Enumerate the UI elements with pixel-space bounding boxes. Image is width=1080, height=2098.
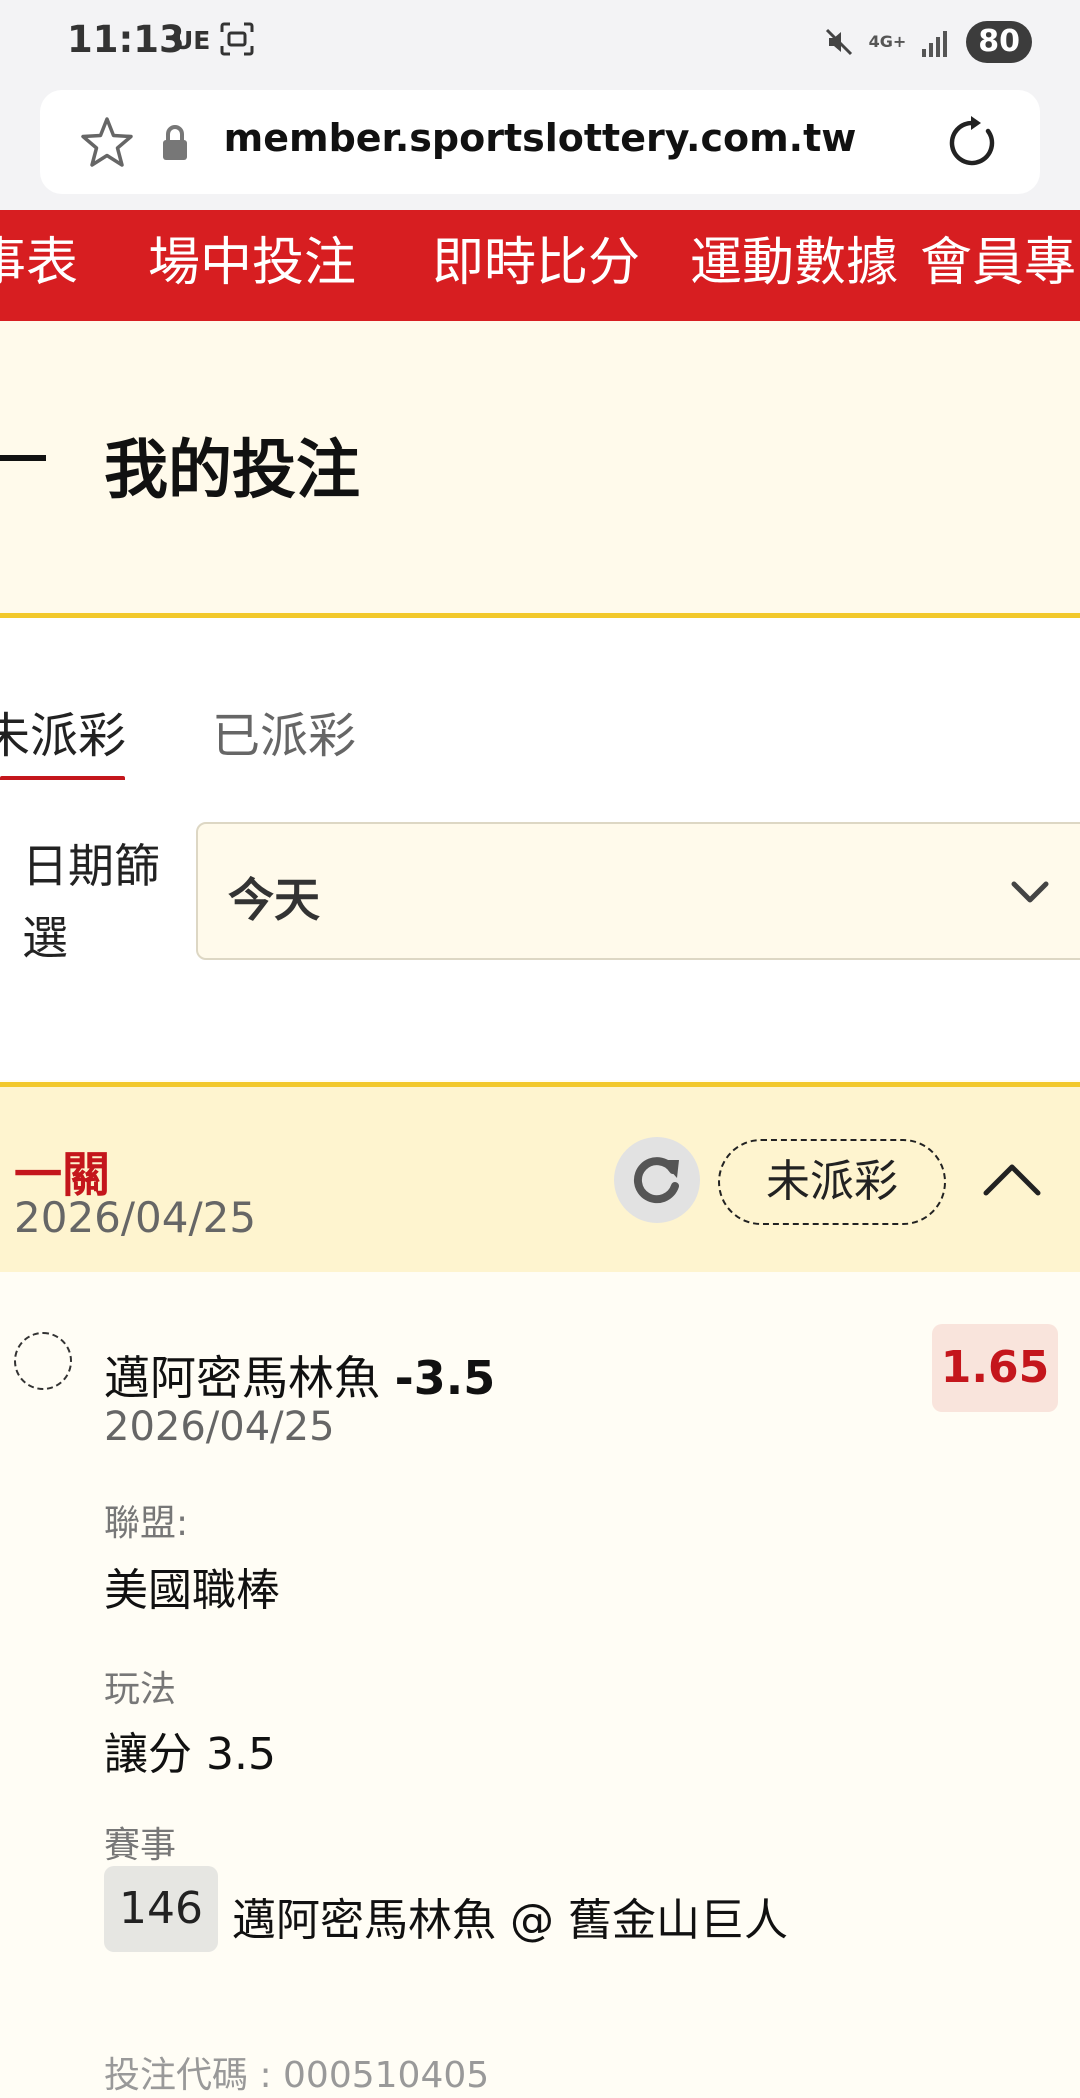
nav-item-live-betting[interactable]: 場中投注 <box>148 228 356 298</box>
selection: 邁阿密馬林魚 -3.5 <box>104 1342 495 1408</box>
bet-select-radio[interactable] <box>14 1332 72 1390</box>
selection-line: -3.5 <box>394 1351 496 1405</box>
nav-item-schedule[interactable]: 事表 <box>0 228 78 298</box>
nav-item-sports-data[interactable]: 運動數據 <box>690 228 898 298</box>
match-number: 146 <box>104 1866 218 1952</box>
main-nav: 事表 場中投注 即時比分 運動數據 會員專 <box>0 210 1080 321</box>
date-filter-value: 今天 <box>228 873 320 927</box>
page-title: 我的投注 <box>104 434 360 508</box>
date-filter: 日期篩選 今天 <box>0 780 1080 1080</box>
chevron-up-icon[interactable] <box>982 1159 1042 1199</box>
bet-date: 2026/04/25 <box>104 1404 335 1450</box>
nav-item-live-scores[interactable]: 即時比分 <box>432 228 640 298</box>
screenshot-icon <box>220 22 254 56</box>
play-value: 讓分 3.5 <box>104 1729 276 1780</box>
status-icons: 4G+ 80 <box>823 20 1032 64</box>
date-filter-label: 日期篩選 <box>22 839 160 965</box>
page-header: 我的投注 <box>0 321 1080 618</box>
battery-indicator: 80 <box>966 21 1032 63</box>
signal-icon <box>922 31 948 57</box>
play-label: 玩法 <box>104 1669 177 1710</box>
nav-item-member[interactable]: 會員專 <box>920 228 1076 298</box>
bet-code: 投注代碼 : 000510405 <box>104 2055 490 2096</box>
status-time: 11:13 <box>67 18 185 61</box>
bet-detail: 邁阿密馬林魚 -3.5 1.65 2026/04/25 聯盟: 美國職棒 玩法 … <box>0 1272 1080 2096</box>
reload-icon[interactable] <box>944 114 1002 172</box>
bet-group-date: 2026/04/25 <box>14 1193 257 1242</box>
status-badge: 未派彩 <box>718 1139 946 1225</box>
refresh-button[interactable] <box>614 1137 700 1223</box>
chevron-down-icon <box>1011 881 1049 903</box>
bet-group-header: 一關 2026/04/25 未派彩 <box>0 1082 1080 1277</box>
tab-unpaid[interactable]: 未派彩 <box>0 696 126 766</box>
odds-badge: 1.65 <box>932 1324 1058 1412</box>
url-text[interactable]: member.sportslottery.com.tw <box>40 116 1040 160</box>
address-bar[interactable]: member.sportslottery.com.tw <box>40 90 1040 194</box>
match-name: 邁阿密馬林魚 @ 舊金山巨人 <box>232 1895 788 1946</box>
date-filter-select[interactable]: 今天 <box>196 822 1080 960</box>
back-arrow-icon[interactable] <box>0 455 46 461</box>
mute-icon <box>825 28 852 56</box>
carrier-label: UE <box>173 26 211 55</box>
league-label: 聯盟: <box>104 1503 189 1544</box>
network-type: 4G+ <box>868 32 907 51</box>
match-label: 賽事 <box>104 1825 177 1866</box>
selection-team: 邁阿密馬林魚 <box>104 1351 380 1405</box>
tab-paid[interactable]: 已派彩 <box>212 696 356 766</box>
league-value: 美國職棒 <box>104 1565 280 1616</box>
browser-toolbar: member.sportslottery.com.tw <box>0 86 1080 210</box>
status-bar: 11:13 UE 4G+ 80 <box>0 0 1080 86</box>
refresh-icon <box>633 1157 679 1204</box>
